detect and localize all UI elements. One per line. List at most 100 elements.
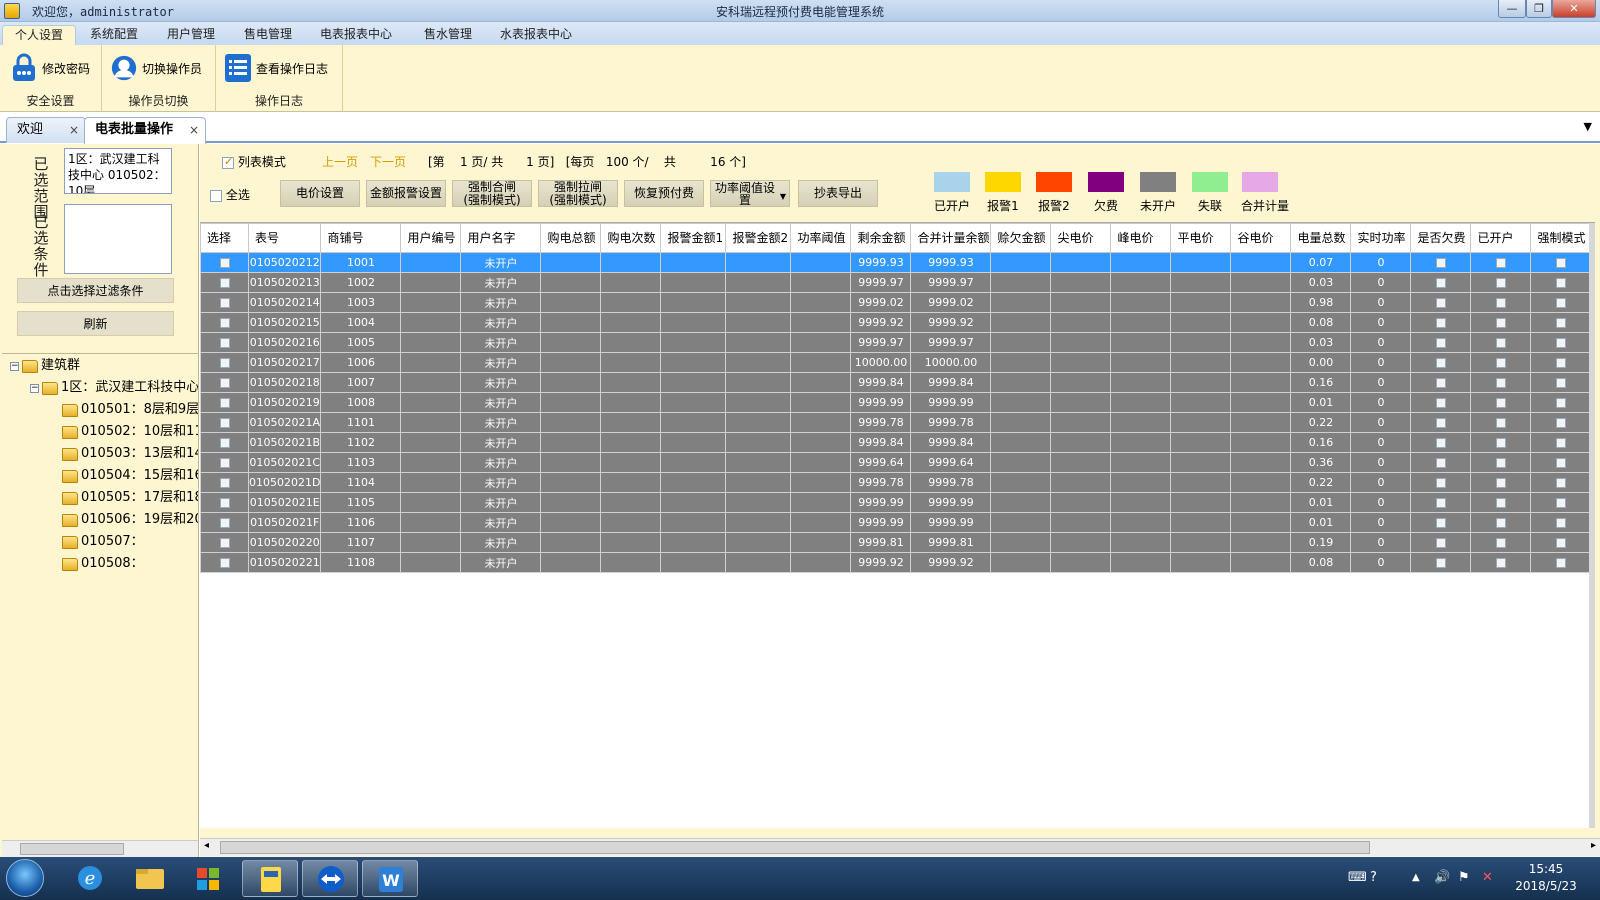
row-flag-cell[interactable] xyxy=(1470,532,1532,553)
table-row[interactable]: 0105020218 1007 未开户 9999.84 9999.84 0.16 0 xyxy=(200,372,1592,393)
row-flag-checkbox[interactable] xyxy=(1555,318,1566,328)
row-flag-checkbox[interactable] xyxy=(1495,278,1506,288)
row-flag-cell[interactable] xyxy=(1470,252,1532,273)
row-flag-cell[interactable] xyxy=(1410,492,1472,513)
row-flag-checkbox[interactable] xyxy=(1555,418,1566,428)
row-flag-checkbox[interactable] xyxy=(1435,518,1446,528)
row-flag-checkbox[interactable] xyxy=(1435,258,1446,268)
row-flag-cell[interactable] xyxy=(1410,312,1472,333)
row-flag-checkbox[interactable] xyxy=(1435,418,1446,428)
row-flag-checkbox[interactable] xyxy=(1495,458,1506,468)
price-settings-button[interactable]: 电价设置 xyxy=(280,180,360,207)
list-mode-toggle[interactable]: 列表模式 xyxy=(222,153,286,170)
row-flag-checkbox[interactable] xyxy=(1555,378,1566,388)
row-select-cell[interactable] xyxy=(200,452,249,473)
menu-tab-system[interactable]: 系统配置 xyxy=(78,25,150,45)
power-threshold-button[interactable]: 功率阈值设置 ▼ xyxy=(710,180,790,207)
table-row[interactable]: 0105020212 1001 未开户 9999.93 9999.93 0.07 0 xyxy=(200,252,1592,273)
row-flag-checkbox[interactable] xyxy=(1495,538,1506,548)
row-flag-checkbox[interactable] xyxy=(1435,378,1446,388)
view-log-button[interactable]: 查看操作日志 xyxy=(224,51,328,85)
menu-tab-users[interactable]: 用户管理 xyxy=(155,25,227,45)
tree-node[interactable]: 010507： xyxy=(62,533,144,551)
row-flag-checkbox[interactable] xyxy=(1495,498,1506,508)
row-flag-checkbox[interactable] xyxy=(1555,398,1566,408)
collapse-icon[interactable]: − xyxy=(30,383,39,393)
row-select-checkbox[interactable] xyxy=(219,298,230,308)
scroll-left-icon[interactable]: ◂ xyxy=(204,840,209,851)
row-flag-cell[interactable] xyxy=(1530,272,1592,293)
table-row[interactable]: 0105020219 1008 未开户 9999.99 9999.99 0.01 0 xyxy=(200,392,1592,413)
row-select-cell[interactable] xyxy=(200,432,249,453)
row-flag-cell[interactable] xyxy=(1410,292,1472,313)
tree-node[interactable]: 010503：13层和14层 xyxy=(62,445,198,463)
column-header[interactable]: 已开户 xyxy=(1470,223,1532,253)
table-row[interactable]: 0105020217 1006 未开户 10000.00 10000.00 0.00 0 xyxy=(200,352,1592,373)
force-close-button[interactable]: 强制合闸 (强制模式) xyxy=(452,180,532,207)
column-header[interactable]: 强制模式 xyxy=(1530,223,1592,253)
row-select-cell[interactable] xyxy=(200,312,249,333)
column-header[interactable]: 平电价 xyxy=(1170,223,1232,253)
energy-app-icon[interactable] xyxy=(242,860,298,897)
row-select-cell[interactable] xyxy=(200,272,249,293)
table-row[interactable]: 010502021C 1103 未开户 9999.64 9999.64 0.36 0 xyxy=(200,452,1592,473)
scroll-thumb[interactable] xyxy=(20,843,124,855)
row-flag-checkbox[interactable] xyxy=(1495,558,1506,568)
filter-condition-button[interactable]: 点击选择过滤条件 xyxy=(17,278,174,303)
minimize-button[interactable]: — xyxy=(1498,0,1526,18)
next-page-link[interactable]: 下一页 xyxy=(370,153,406,170)
row-flag-checkbox[interactable] xyxy=(1435,318,1446,328)
refresh-button[interactable]: 刷新 xyxy=(17,311,174,336)
force-open-button[interactable]: 强制拉闸 (强制模式) xyxy=(538,180,618,207)
column-header[interactable]: 选择 xyxy=(200,223,249,253)
change-password-button[interactable]: 修改密码 xyxy=(10,51,90,85)
row-flag-checkbox[interactable] xyxy=(1435,398,1446,408)
row-select-cell[interactable] xyxy=(200,552,249,573)
row-flag-checkbox[interactable] xyxy=(1435,458,1446,468)
row-flag-cell[interactable] xyxy=(1530,312,1592,333)
column-header[interactable]: 报警金额1 xyxy=(660,223,727,253)
row-select-cell[interactable] xyxy=(200,412,249,433)
row-flag-cell[interactable] xyxy=(1410,272,1472,293)
row-flag-checkbox[interactable] xyxy=(1555,358,1566,368)
row-flag-cell[interactable] xyxy=(1410,452,1472,473)
table-row[interactable]: 0105020216 1005 未开户 9999.97 9999.97 0.03 0 xyxy=(200,332,1592,353)
row-flag-cell[interactable] xyxy=(1410,472,1472,493)
row-flag-checkbox[interactable] xyxy=(1555,438,1566,448)
row-flag-cell[interactable] xyxy=(1530,352,1592,373)
row-flag-checkbox[interactable] xyxy=(1435,478,1446,488)
row-select-cell[interactable] xyxy=(200,252,249,273)
row-flag-checkbox[interactable] xyxy=(1435,298,1446,308)
row-flag-checkbox[interactable] xyxy=(1435,338,1446,348)
table-row[interactable]: 0105020215 1004 未开户 9999.92 9999.92 0.08 0 xyxy=(200,312,1592,333)
column-header[interactable]: 用户编号 xyxy=(400,223,462,253)
row-flag-checkbox[interactable] xyxy=(1555,298,1566,308)
volume-icon[interactable]: 🔊 xyxy=(1434,870,1450,885)
row-flag-checkbox[interactable] xyxy=(1555,338,1566,348)
row-flag-cell[interactable] xyxy=(1410,392,1472,413)
column-header[interactable]: 功率阈值 xyxy=(790,223,852,253)
row-select-checkbox[interactable] xyxy=(219,378,230,388)
select-all-toggle[interactable]: 全选 xyxy=(210,186,250,203)
row-flag-checkbox[interactable] xyxy=(1555,558,1566,568)
row-select-checkbox[interactable] xyxy=(219,558,230,568)
table-row[interactable]: 0105020221 1108 未开户 9999.92 9999.92 0.08 0 xyxy=(200,552,1592,573)
column-header[interactable]: 合并计量余额 xyxy=(910,223,992,253)
row-select-checkbox[interactable] xyxy=(219,498,230,508)
row-flag-cell[interactable] xyxy=(1470,292,1532,313)
row-flag-checkbox[interactable] xyxy=(1435,558,1446,568)
tree-node[interactable]: 010508： xyxy=(62,555,144,573)
row-select-checkbox[interactable] xyxy=(219,398,230,408)
row-flag-checkbox[interactable] xyxy=(1555,258,1566,268)
row-select-cell[interactable] xyxy=(200,352,249,373)
row-flag-cell[interactable] xyxy=(1410,352,1472,373)
column-header[interactable]: 购电总额 xyxy=(540,223,602,253)
office-icon[interactable] xyxy=(182,860,238,897)
row-flag-cell[interactable] xyxy=(1530,472,1592,493)
scroll-thumb[interactable] xyxy=(220,841,1370,854)
tree-horizontal-scrollbar[interactable] xyxy=(2,840,198,857)
row-flag-checkbox[interactable] xyxy=(1555,518,1566,528)
row-flag-checkbox[interactable] xyxy=(1435,278,1446,288)
row-flag-checkbox[interactable] xyxy=(1495,318,1506,328)
row-flag-cell[interactable] xyxy=(1410,552,1472,573)
